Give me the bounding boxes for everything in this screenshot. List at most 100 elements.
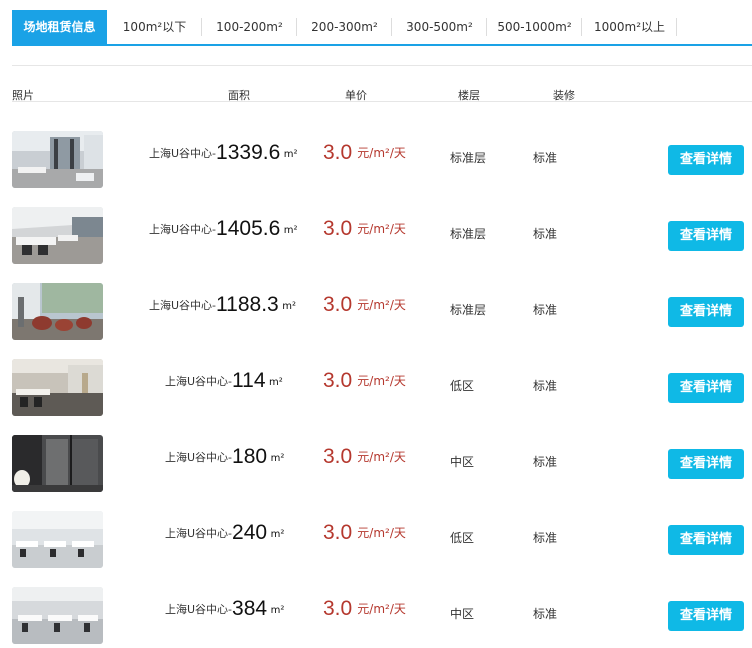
view-details-button[interactable]: 查看详情 [668, 601, 744, 631]
price-value: 3.0 [323, 369, 353, 392]
listing-row: 上海U谷中心-240 m² 3.0 元/m²/天 低区 标准 查看详情 [12, 511, 752, 569]
building-name: 上海U谷中心- [149, 299, 217, 312]
view-details-button[interactable]: 查看详情 [668, 373, 744, 403]
size-filter-tabs: 场地租赁信息 100m²以下 100-200m² 200-300m² 300-5… [12, 10, 752, 46]
area-value: 180 [232, 445, 268, 468]
office-photo[interactable] [12, 283, 103, 340]
area-unit: m² [269, 377, 283, 388]
area-value: 1405.6 [216, 217, 281, 240]
listing-area: 上海U谷中心-1188.3 m² [149, 293, 296, 323]
office-photo-image [12, 359, 103, 416]
tab-label: 200-300m² [311, 20, 378, 34]
listing-area: 上海U谷中心-384 m² [165, 597, 284, 627]
tab-200-300[interactable]: 200-300m² [297, 10, 392, 44]
tab-under-100[interactable]: 100m²以下 [107, 10, 202, 44]
area-unit: m² [282, 301, 296, 312]
column-area: 面积 [228, 89, 250, 102]
price-unit: 元/m²/天 [357, 222, 406, 236]
price-value: 3.0 [323, 141, 353, 164]
area-unit: m² [270, 605, 285, 616]
listing-price: 3.0 元/m²/天 [323, 141, 406, 165]
area-unit: m² [270, 529, 285, 540]
tab-300-500[interactable]: 300-500m² [392, 10, 487, 44]
price-unit: 元/m²/天 [357, 374, 406, 388]
area-value: 384 [232, 597, 268, 620]
section-divider [12, 65, 752, 66]
decor-value: 标准 [533, 607, 558, 621]
view-details-button[interactable]: 查看详情 [668, 449, 744, 479]
listing-row: 上海U谷中心-1188.3 m² 3.0 元/m²/天 标准层 标准 查看详情 [12, 283, 752, 341]
office-photo[interactable] [12, 359, 103, 416]
floor-value: 中区 [450, 455, 475, 469]
office-photo[interactable] [12, 511, 103, 568]
decor-value: 标准 [533, 151, 558, 165]
tab-over-1000[interactable]: 1000m²以上 [582, 10, 677, 44]
decor-value: 标准 [533, 227, 558, 241]
tab-label: 100-200m² [216, 20, 283, 34]
column-floor: 楼层 [458, 89, 480, 102]
tab-separator [676, 18, 677, 36]
tab-100-200[interactable]: 100-200m² [202, 10, 297, 44]
listing-table-header: 照片 面积 单价 楼层 装修 [12, 86, 752, 102]
price-unit: 元/m²/天 [357, 146, 406, 160]
view-details-button[interactable]: 查看详情 [668, 525, 744, 555]
view-details-button[interactable]: 查看详情 [668, 145, 744, 175]
listing-row: 上海U谷中心-180 m² 3.0 元/m²/天 中区 标准 查看详情 [12, 435, 752, 493]
listing-area: 上海U谷中心-180 m² [165, 445, 284, 475]
tab-label: 500-1000m² [497, 20, 572, 34]
tab-label: 1000m²以上 [593, 20, 666, 34]
floor-value: 低区 [450, 379, 475, 393]
area-value: 1188.3 [216, 293, 279, 316]
listing-price: 3.0 元/m²/天 [323, 445, 406, 469]
view-details-button[interactable]: 查看详情 [668, 221, 744, 251]
tab-label: 100m²以下 [122, 20, 187, 34]
tab-label: 300-500m² [406, 20, 473, 34]
office-photo[interactable] [12, 131, 103, 188]
decor-value: 标准 [533, 455, 558, 469]
price-unit: 元/m²/天 [357, 298, 406, 312]
decor-value: 标准 [533, 379, 558, 393]
tab-rental-info[interactable]: 场地租赁信息 [12, 10, 107, 44]
listing-area: 上海U谷中心-1405.6 m² [149, 217, 298, 247]
area-unit: m² [270, 453, 285, 464]
listing-area: 上海U谷中心-114 m² [165, 369, 283, 399]
listing-price: 3.0 元/m²/天 [323, 293, 406, 317]
column-price: 单价 [345, 89, 367, 102]
price-unit: 元/m²/天 [357, 602, 406, 616]
office-photo-image [12, 587, 103, 644]
area-value: 240 [232, 521, 268, 544]
listing-row: 上海U谷中心-1405.6 m² 3.0 元/m²/天 标准层 标准 查看详情 [12, 207, 752, 265]
price-value: 3.0 [323, 217, 353, 240]
office-photo-image [12, 435, 103, 492]
listing-price: 3.0 元/m²/天 [323, 597, 406, 621]
area-unit: m² [283, 149, 298, 160]
tab-500-1000[interactable]: 500-1000m² [487, 10, 582, 44]
building-name: 上海U谷中心- [165, 527, 233, 540]
building-name: 上海U谷中心- [165, 603, 233, 616]
price-value: 3.0 [323, 293, 353, 316]
listing-area: 上海U谷中心-240 m² [165, 521, 284, 551]
floor-value: 低区 [450, 531, 475, 545]
building-name: 上海U谷中心- [165, 375, 233, 388]
view-details-button[interactable]: 查看详情 [668, 297, 744, 327]
office-photo[interactable] [12, 435, 103, 492]
office-photo[interactable] [12, 207, 103, 264]
column-photo: 照片 [12, 89, 34, 102]
office-photo-image [12, 207, 103, 264]
floor-value: 标准层 [450, 151, 487, 165]
price-value: 3.0 [323, 597, 353, 620]
price-unit: 元/m²/天 [357, 450, 406, 464]
office-photo-image [12, 511, 103, 568]
listing-row: 上海U谷中心-384 m² 3.0 元/m²/天 中区 标准 查看详情 [12, 587, 752, 645]
floor-value: 中区 [450, 607, 475, 621]
price-unit: 元/m²/天 [357, 526, 406, 540]
listing-price: 3.0 元/m²/天 [323, 217, 406, 241]
floor-value: 标准层 [450, 227, 487, 241]
office-photo-image [12, 283, 103, 340]
listing-row: 上海U谷中心-114 m² 3.0 元/m²/天 低区 标准 查看详情 [12, 359, 752, 417]
building-name: 上海U谷中心- [149, 223, 217, 236]
price-value: 3.0 [323, 521, 353, 544]
listing-row: 上海U谷中心-1339.6 m² 3.0 元/m²/天 标准层 标准 查看详情 [12, 131, 752, 189]
office-photo[interactable] [12, 587, 103, 644]
office-photo-image [12, 131, 103, 188]
